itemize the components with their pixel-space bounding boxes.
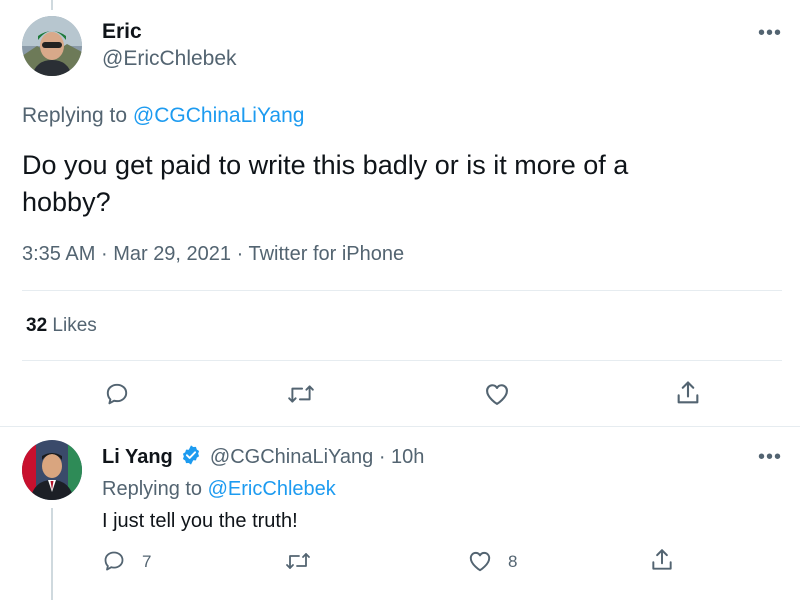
likes-stat[interactable]: 32 Likes [26,315,97,337]
separator: · [378,446,386,468]
verified-badge-icon [180,444,202,472]
tweet-timestamp: 3:35 AM · Mar 29, 2021 · Twitter for iPh… [22,243,404,266]
reply-replying-to-line: Replying to @EricChlebek [102,478,336,501]
replying-prefix: Replying to [22,104,133,127]
replying-to-line: Replying to @CGChinaLiYang [22,104,304,128]
likes-label: Likes [52,315,97,336]
reply-icon[interactable] [102,549,126,573]
tweet-text: Do you get paid to write this badly or i… [22,150,629,217]
retweet-icon[interactable] [287,381,315,407]
reply-header: Li Yang @CGChinaLiYang · 10h [102,444,424,472]
reply-more-options-icon[interactable]: ••• [758,447,782,467]
reply-age[interactable]: 10h [391,446,424,468]
thread-line-top [51,0,53,10]
share-icon[interactable] [674,379,702,407]
like-icon[interactable] [483,380,511,408]
thread-line-bottom [51,508,53,600]
reply-count: 7 [142,552,152,571]
reply-icon[interactable] [104,381,130,407]
share-icon[interactable] [649,547,675,573]
retweet-icon[interactable] [285,549,311,573]
avatar-eric-image [22,16,82,76]
author-name[interactable]: Eric [102,20,142,44]
separator: · [236,243,244,265]
tweet-time[interactable]: 3:35 AM [22,243,95,265]
author-handle[interactable]: @EricChlebek [102,47,237,71]
tweet-source[interactable]: Twitter for iPhone [248,243,404,265]
divider [22,290,782,291]
avatar-li-yang-image [22,440,82,500]
separator: · [100,243,108,265]
avatar-li-yang[interactable] [22,440,82,500]
reply-text: I just tell you the truth! [102,510,298,532]
reply-author-name[interactable]: Li Yang [102,446,173,468]
reply-author-handle[interactable]: @CGChinaLiYang [210,446,373,468]
avatar-eric[interactable] [22,16,82,76]
replying-prefix: Replying to [102,478,208,500]
replying-to-link[interactable]: @EricChlebek [208,478,336,500]
like-count: 8 [508,552,518,571]
like-icon[interactable] [467,548,493,574]
likes-count: 32 [26,315,48,336]
replying-to-link[interactable]: @CGChinaLiYang [133,104,305,127]
tweet-date[interactable]: Mar 29, 2021 [113,243,231,265]
more-options-icon[interactable]: ••• [758,23,782,43]
divider [22,360,782,361]
divider [0,426,800,427]
